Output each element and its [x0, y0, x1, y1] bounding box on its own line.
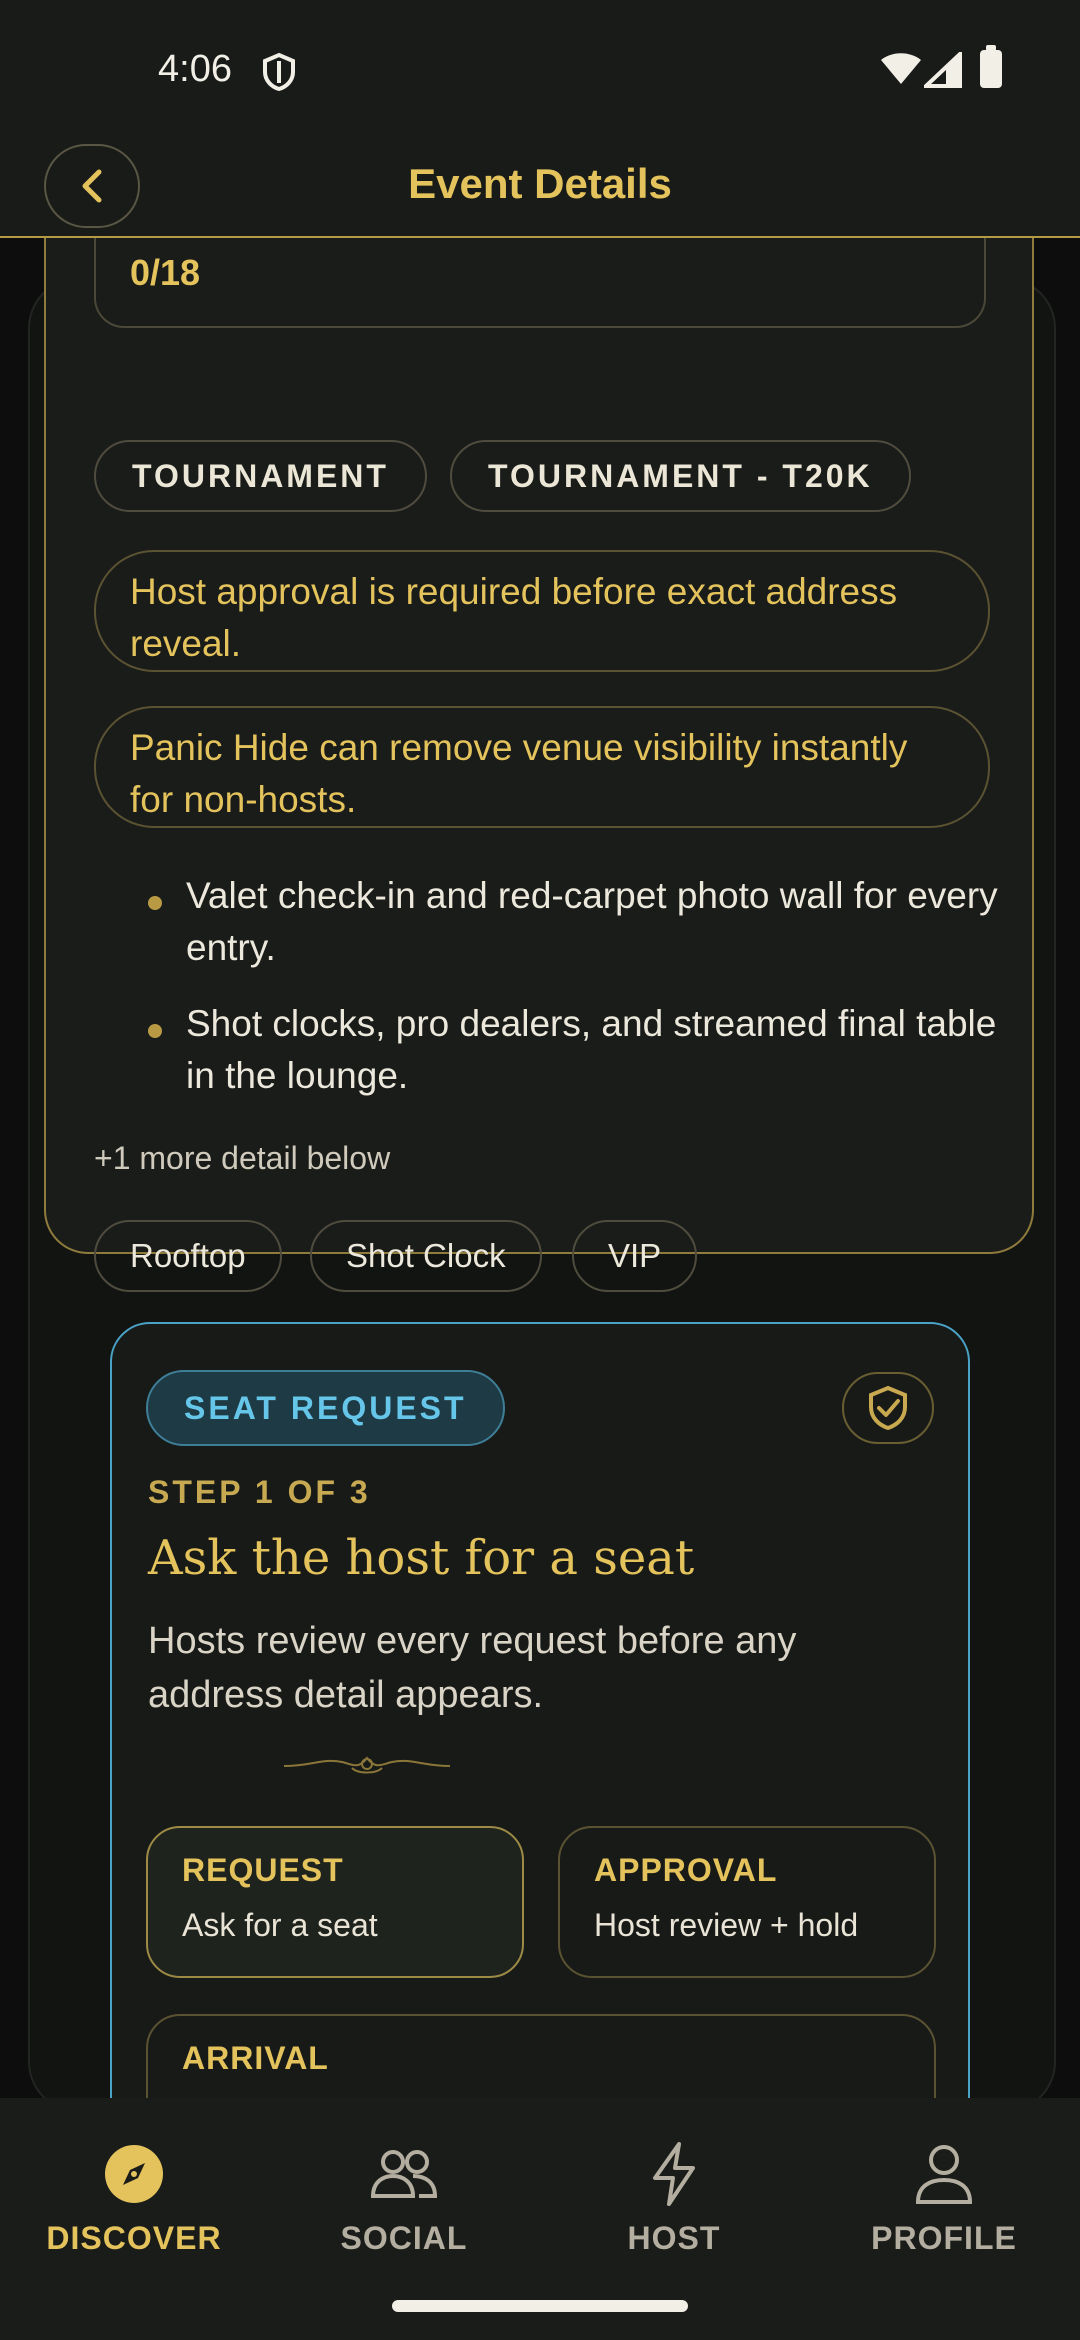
wifi-icon: [881, 53, 921, 84]
nav-host[interactable]: HOST: [574, 2134, 774, 2257]
step-indicator: STEP 1 OF 3: [148, 1474, 371, 1510]
seats-count: 0/18: [130, 252, 201, 293]
nav-label: PROFILE: [871, 2220, 1017, 2256]
chip-shot-clock: Shot Clock: [310, 1220, 542, 1292]
seat-request-card: SEAT REQUEST STEP 1 OF 3 Ask the host fo…: [110, 1322, 970, 2098]
step-label: REQUEST: [182, 1852, 344, 1888]
step-label: APPROVAL: [594, 1852, 778, 1888]
chip-vip: VIP: [572, 1220, 698, 1292]
status-bar: 4:06: [0, 0, 1080, 140]
highlight-text: Shot clocks, pro dealers, and streamed f…: [186, 1003, 997, 1096]
step-sub: Host review + hold: [594, 1907, 859, 1943]
bullet-icon: [148, 1024, 162, 1038]
seats-count-box: 0/18: [94, 238, 986, 328]
lightning-icon: [653, 2142, 695, 2206]
verify-shield-button[interactable]: [842, 1372, 934, 1444]
highlight-item: Shot clocks, pro dealers, and streamed f…: [98, 998, 998, 1102]
shield-status-icon: [263, 52, 295, 92]
content-scroll-area[interactable]: 0/18 TOURNAMENT TOURNAMENT - T20K Host a…: [0, 238, 1080, 2098]
step-request[interactable]: REQUEST Ask for a seat: [146, 1826, 524, 1978]
home-indicator[interactable]: [392, 2300, 688, 2312]
cellular-icon: [924, 52, 962, 88]
battery-icon: [980, 45, 1002, 88]
chip-rooftop: Rooftop: [94, 1220, 282, 1292]
notice-panic-hide: Panic Hide can remove venue visibility i…: [94, 706, 990, 828]
step-sub: Ask for a seat: [182, 1907, 378, 1943]
highlight-text: Valet check-in and red-carpet photo wall…: [186, 875, 998, 968]
status-time: 4:06: [158, 48, 232, 90]
nav-label: DISCOVER: [46, 2220, 222, 2256]
nav-label: HOST: [627, 2220, 721, 2256]
person-icon: [915, 2145, 973, 2204]
bullet-icon: [148, 896, 162, 910]
event-card: 0/18 TOURNAMENT TOURNAMENT - T20K Host a…: [44, 238, 1034, 1292]
nav-profile[interactable]: PROFILE: [844, 2134, 1044, 2257]
tag-tournament: TOURNAMENT: [94, 440, 427, 512]
highlight-item: Valet check-in and red-carpet photo wall…: [98, 870, 998, 974]
nav-discover[interactable]: DISCOVER: [34, 2134, 234, 2257]
people-icon: [370, 2150, 438, 2198]
step-label: ARRIVAL: [182, 2040, 329, 2076]
nav-label: SOCIAL: [340, 2220, 468, 2256]
seat-request-description: Hosts review every request before any ad…: [148, 1620, 797, 1716]
notice-host-approval: Host approval is required before exact a…: [94, 550, 990, 672]
compass-icon: [105, 2145, 163, 2203]
step-approval[interactable]: APPROVAL Host review + hold: [558, 1826, 936, 1978]
tag-tournament-type: TOURNAMENT - T20K: [450, 440, 911, 512]
more-details-link[interactable]: +1 more detail below: [94, 1140, 390, 1177]
nav-social[interactable]: SOCIAL: [304, 2134, 504, 2257]
shield-check-icon: [869, 1385, 907, 1431]
step-arrival[interactable]: ARRIVAL: [146, 2014, 936, 2098]
seat-request-title: Ask the host for a seat: [148, 1530, 695, 1586]
app-bar: Event Details: [0, 140, 1080, 238]
page-title: Event Details: [408, 160, 672, 207]
seat-request-badge: SEAT REQUEST: [146, 1370, 505, 1446]
ornament-divider-icon: [283, 1756, 451, 1774]
